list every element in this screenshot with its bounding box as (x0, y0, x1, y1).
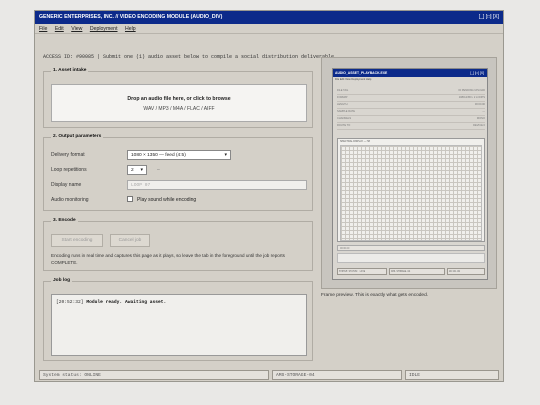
play-sound-label: Play sound while encoding (137, 197, 197, 203)
app-window: GENERIC ENTERPRISES, INC. // VIDEO ENCOD… (34, 10, 504, 382)
drop-title: Drop an audio file here, or click to bro… (127, 96, 231, 102)
delivery-format-row: Delivery format 1080 × 1350 — feed (4:5)… (51, 150, 309, 160)
storage-status: AMS-STORAGE-04 (272, 370, 402, 380)
preview-row: FILE TAG ID PENDING UPLOAD (337, 89, 485, 95)
job-log-output: [20:52:32] Module ready. Awaiting asset. (51, 294, 307, 356)
system-status: System status: ONLINE (39, 370, 269, 380)
audio-drop-zone[interactable]: Drop an audio file here, or click to bro… (51, 84, 307, 122)
preview-window: AUDIO_ASSET_PLAYBACK.EXE [_] [□] [X] Fil… (332, 68, 488, 280)
log-message: Module ready. Awaiting asset. (86, 300, 167, 305)
encode-section: 3. Encode Start encoding Cancel job Enco… (43, 218, 313, 271)
preview-log (337, 253, 485, 263)
loop-repetitions-value: 2 (131, 168, 134, 173)
start-encoding-button[interactable]: Start encoding (51, 234, 103, 247)
preview-timeline: 00:00.00 (337, 245, 485, 251)
preview-row: FORMAT 1080x1350 • 2 LOOPS (337, 96, 485, 102)
menu-edit[interactable]: Edit (55, 26, 64, 32)
title-bar: GENERIC ENTERPRISES, INC. // VIDEO ENCOD… (35, 11, 503, 24)
audio-monitoring-row: Audio monitoring Play sound while encodi… (51, 195, 309, 205)
delivery-format-select[interactable]: 1080 × 1350 — feed (4:5) ▾ (127, 150, 231, 160)
loop-repetitions-label: Loop repetitions (51, 167, 87, 173)
output-parameters-section: 2. Output parameters Delivery format 108… (43, 134, 313, 211)
access-line: ACCESS ID: #90085 | Submit one (1) audio… (43, 54, 338, 60)
preview-screen-header: SPECTRAL DISPLAY — HZ (340, 140, 370, 143)
encode-note: Encoding runs in real time and captures … (51, 253, 285, 265)
preview-title: AUDIO_ASSET_PLAYBACK.EXE (335, 71, 388, 75)
loop-repetitions-row: Loop repetitions 2 ▾ – (51, 165, 309, 175)
menu-file[interactable]: File (39, 26, 47, 32)
asset-intake-section: 1. Asset intake Drop an audio file here,… (43, 68, 313, 128)
menu-deployment[interactable]: Deployment (90, 26, 118, 32)
play-sound-checkbox[interactable] (127, 196, 133, 202)
preview-row: SAMPLE RATE — (337, 110, 485, 116)
chevron-down-icon: ▾ (224, 152, 227, 158)
delivery-format-value: 1080 × 1350 — feed (4:5) (131, 153, 186, 158)
preview-spectral-display: SPECTRAL DISPLAY — HZ (337, 138, 485, 242)
preview-caption: Frame preview. This is exactly what gets… (321, 293, 429, 298)
chevron-down-icon: ▾ (140, 167, 143, 173)
delivery-format-label: Delivery format (51, 152, 85, 158)
job-log-section: Job log [20:52:32] Module ready. Awaitin… (43, 278, 313, 361)
status-bar: System status: ONLINE AMS-STORAGE-04 IDL… (35, 369, 503, 381)
section-legend: 2. Output parameters (51, 134, 104, 139)
log-timestamp: [20:52:32] (56, 300, 84, 305)
preview-row: ROUTE TO DEVICE 0 (337, 124, 485, 130)
frame-preview: AUDIO_ASSET_PLAYBACK.EXE [_] [□] [X] Fil… (321, 57, 497, 289)
section-legend: 3. Encode (51, 218, 78, 223)
menu-help[interactable]: Help (125, 26, 136, 32)
loop-repetitions-select[interactable]: 2 ▾ (127, 165, 147, 175)
cancel-job-button[interactable]: Cancel job (110, 234, 150, 247)
window-title: GENERIC ENTERPRISES, INC. // VIDEO ENCOD… (39, 14, 223, 20)
preview-status-bar: SYSTEM STATUS: LIVE AMS-STORAGE-04 00:00… (337, 268, 485, 275)
loop-hint: – (157, 167, 160, 173)
preview-menu: File Edit View Deployment Help (335, 78, 372, 81)
audio-monitoring-label: Audio monitoring (51, 197, 89, 203)
preview-row: LENGTH 00:00.00 (337, 103, 485, 109)
menu-view[interactable]: View (71, 26, 82, 32)
job-state: IDLE (405, 370, 499, 380)
preview-controls: [_] [□] [X] (470, 71, 484, 75)
preview-grid (340, 145, 482, 241)
menu-bar: File Edit View Deployment Help (35, 24, 503, 34)
drop-formats: WAV / MP3 / M4A / FLAC / AIFF (143, 106, 215, 112)
section-legend: 1. Asset intake (51, 68, 89, 73)
display-name-input[interactable]: LOOP 07 (127, 180, 307, 190)
window-controls[interactable]: [_] [□] [X] (479, 11, 499, 24)
preview-title-bar: AUDIO_ASSET_PLAYBACK.EXE [_] [□] [X] (333, 69, 487, 77)
section-legend: Job log (51, 278, 73, 283)
display-name-row: Display name LOOP 07 (51, 180, 309, 190)
display-name-label: Display name (51, 182, 82, 188)
preview-row: CHANNELS MONO (337, 117, 485, 123)
